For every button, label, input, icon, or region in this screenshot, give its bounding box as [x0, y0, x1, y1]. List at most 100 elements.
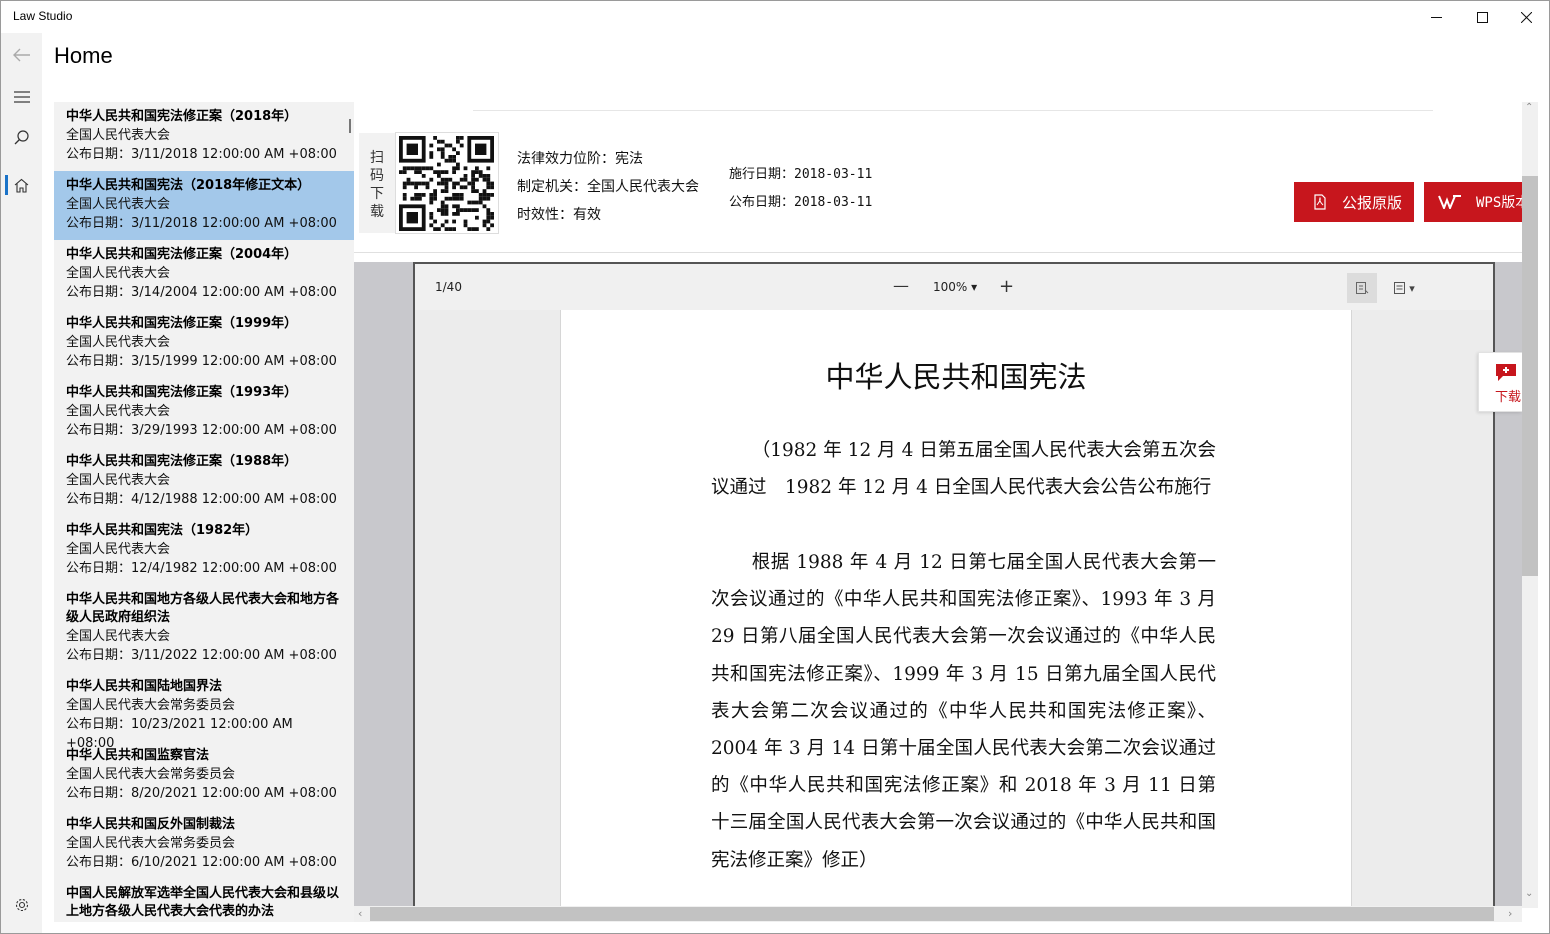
qr-code-image: [399, 136, 494, 231]
law-list-item[interactable]: 中华人民共和国宪法修正案（1993年） 全国人民代表大会公布日期：3/29/199…: [54, 378, 354, 447]
vertical-scrollbar[interactable]: ⌃ ⌄: [1522, 102, 1538, 908]
law-item-authority: 全国人民代表大会: [66, 404, 171, 419]
zoom-out-button[interactable]: —: [893, 276, 909, 295]
pdf-icon: [1312, 194, 1328, 210]
effective-date: 施行日期：2018-03-11: [729, 167, 873, 182]
law-list-item[interactable]: 中华人民共和国监察官法全国人民代表大会常务委员会公布日期：8/20/2021 1…: [54, 741, 354, 810]
search-button[interactable]: [1, 117, 42, 157]
document-paragraph-1: （1982 年 12 月 4 日第五届全国人民代表大会第五次会议通过 1982 …: [711, 440, 1216, 499]
qr-download-label: 扫码下载: [359, 133, 395, 233]
law-item-title: 中华人民共和国宪法修正案（1988年）: [66, 454, 298, 469]
scroll-right-arrow[interactable]: ›: [1508, 907, 1512, 920]
page-title: Home: [54, 43, 113, 68]
law-authority: 制定机关：全国人民代表大会: [517, 179, 699, 195]
law-list-item[interactable]: 中华人民共和国宪法（2018年修正文本） 全国人民代表大会公布日期：3/11/20…: [54, 171, 354, 240]
law-item-title: 中华人民共和国宪法修正案（2004年）: [66, 247, 298, 262]
law-list-item[interactable]: 中华人民共和国反外国制裁法 全国人民代表大会常务委员会公布日期：6/10/2021…: [54, 810, 354, 879]
law-item-authority: 全国人民代表大会: [66, 197, 171, 212]
app-title: Law Studio: [13, 9, 73, 23]
close-button[interactable]: [1503, 1, 1549, 33]
law-list-item[interactable]: 中华人民共和国宪法修正案（1988年） 全国人民代表大会公布日期：4/12/198…: [54, 447, 354, 516]
horizontal-scrollbar[interactable]: ‹ ›: [354, 906, 1522, 922]
vertical-scroll-thumb[interactable]: [1522, 176, 1538, 576]
zoom-level-dropdown[interactable]: 100% ▾: [933, 280, 977, 294]
law-list-item[interactable]: 中华人民共和国地方各级人民代表大会和地方各级人民政府组织法 全国人民代表大会 公布日…: [54, 585, 354, 672]
scroll-up-arrow[interactable]: ⌃: [1525, 102, 1533, 113]
close-icon: [1520, 11, 1532, 23]
law-item-title: 中华人民共和国宪法（2018年修正文本）: [66, 178, 311, 193]
law-item-authority: 全国人民代表大会常务委员会: [66, 836, 236, 851]
hamburger-icon: [13, 91, 30, 103]
law-list-item[interactable]: 中华人民共和国陆地国界法 全国人民代表大会常务委员会 公布日期：10/23/2021…: [54, 672, 354, 751]
law-item-authority: 全国人民代表大会: [66, 335, 171, 350]
law-item-date: 公布日期：3/11/2018 12:00:00 AM +08:00: [66, 216, 337, 231]
list-scrollbar[interactable]: [349, 119, 351, 133]
law-item-title: 中华人民共和国宪法（1982年）: [66, 523, 259, 538]
law-item-date: 公布日期：8/20/2021 12:00:00 AM +08:00: [66, 786, 337, 801]
law-list-item[interactable]: 中华人民共和国宪法修正案（1999年） 全国人民代表大会公布日期：3/15/199…: [54, 309, 354, 378]
law-item-authority: 全国人民代表大会常务委员会: [66, 767, 236, 782]
detail-top-divider: [473, 110, 1433, 111]
view-mode-dropdown[interactable]: ▾: [1387, 273, 1421, 303]
law-list-item[interactable]: 中国人民解放军选举全国人民代表大会和县级以上地方各级人民代表大会代表的办法: [54, 879, 354, 922]
law-item-authority: 全国人民代表大会: [66, 473, 171, 488]
original-gazette-button[interactable]: 公报原版: [1294, 182, 1414, 222]
law-item-title: 中华人民共和国陆地国界法: [66, 679, 223, 694]
settings-button[interactable]: [1, 885, 42, 925]
law-item-date: 公布日期：3/29/1993 12:00:00 AM +08:00: [66, 423, 337, 438]
pdf-viewer[interactable]: 1/40 — 100% ▾ + ▾ 中华人民共和国宪法 （1982 年 12 月…: [413, 262, 1495, 908]
law-list-item[interactable]: 中华人民共和国宪法修正案（2004年） 全国人民代表大会 公布日期：3/14/200…: [54, 240, 354, 309]
floating-download-button[interactable]: 下载: [1478, 352, 1522, 412]
law-item-title: 中华人民共和国监察官法: [66, 748, 210, 763]
qr-code: [395, 132, 499, 234]
law-item-date: 公布日期：4/12/1988 12:00:00 AM +08:00: [66, 492, 337, 507]
law-item-title: 中华人民共和国反外国制裁法: [66, 817, 236, 832]
law-item-title: 中华人民共和国宪法修正案（2018年）: [66, 109, 298, 124]
law-item-authority: 全国人民代表大会: [66, 542, 171, 557]
law-item-authority: 全国人民代表大会常务委员会: [66, 698, 236, 713]
nav-rail: [1, 33, 42, 933]
download-chat-icon: [1496, 364, 1516, 381]
document-title: 中华人民共和国宪法: [825, 360, 1087, 394]
gear-icon: [15, 898, 28, 912]
document-paragraph-2: 根据 1988 年 4 月 12 日第七届全国人民代表大会第一次会议通过的《中华…: [711, 552, 1216, 871]
home-nav-button[interactable]: [1, 165, 42, 205]
menu-button[interactable]: [1, 77, 42, 117]
law-item-date: 公布日期：3/15/1999 12:00:00 AM +08:00: [66, 354, 337, 369]
law-item-title: 中华人民共和国宪法修正案（1993年）: [66, 385, 298, 400]
original-gazette-label: 公报原版: [1342, 193, 1403, 212]
law-list-item[interactable]: 中华人民共和国宪法（1982年） 全国人民代表大会 公布日期：12/4/1982 1…: [54, 516, 354, 585]
search-icon: [14, 129, 29, 144]
law-item-date: 公布日期：6/10/2021 12:00:00 AM +08:00: [66, 855, 337, 870]
minimize-button[interactable]: [1413, 1, 1459, 33]
law-item-date: 公布日期：3/11/2022 12:00:00 AM +08:00: [66, 648, 337, 663]
law-item-authority: 全国人民代表大会: [66, 128, 171, 143]
home-icon: [14, 178, 29, 193]
minimize-icon: [1430, 16, 1442, 18]
wps-version-button[interactable]: WPS版本: [1424, 182, 1522, 222]
law-list-item[interactable]: 中华人民共和国宪法修正案（2018年） 全国人民代表大会公布日期：3/11/201…: [54, 102, 354, 171]
law-level: 法律效力位阶：宪法: [517, 151, 643, 167]
fit-page-icon: [1356, 282, 1369, 294]
scroll-down-arrow[interactable]: ⌄: [1525, 888, 1533, 899]
zoom-in-button[interactable]: +: [999, 276, 1014, 297]
law-item-authority: 全国人民代表大会: [66, 266, 171, 281]
floating-download-label: 下载: [1495, 390, 1522, 405]
law-item-title: 中华人民共和国宪法修正案（1999年）: [66, 316, 298, 331]
back-button[interactable]: [1, 35, 42, 75]
title-bar: Law Studio: [1, 1, 1549, 33]
law-list[interactable]: 中华人民共和国宪法修正案（2018年） 全国人民代表大会 公布日期：3/11/201…: [54, 102, 354, 922]
app-window: Law Studio Home 中华人民共和国宪法修正案（2018年） 全国人民…: [0, 0, 1550, 934]
page-layout-icon: [1394, 282, 1406, 294]
law-validity: 时效性：有效: [517, 207, 601, 223]
view-mode-caret: ▾: [1409, 281, 1415, 295]
arrow-left-icon: [12, 48, 30, 62]
publish-date: 公布日期：2018-03-11: [729, 195, 873, 210]
horizontal-scroll-thumb[interactable]: [370, 907, 1494, 921]
viewer-toolbar: 1/40 — 100% ▾ + ▾: [415, 264, 1493, 310]
maximize-button[interactable]: [1459, 1, 1505, 33]
fit-page-button[interactable]: [1347, 273, 1377, 303]
law-item-title: 中国人民解放军选举全国人民代表大会和县级以上地方各级人民代表大会代表的办法: [66, 886, 340, 919]
law-item-date: 公布日期：3/11/2018 12:00:00 AM +08:00: [66, 147, 337, 162]
scroll-left-arrow[interactable]: ‹: [358, 907, 362, 920]
